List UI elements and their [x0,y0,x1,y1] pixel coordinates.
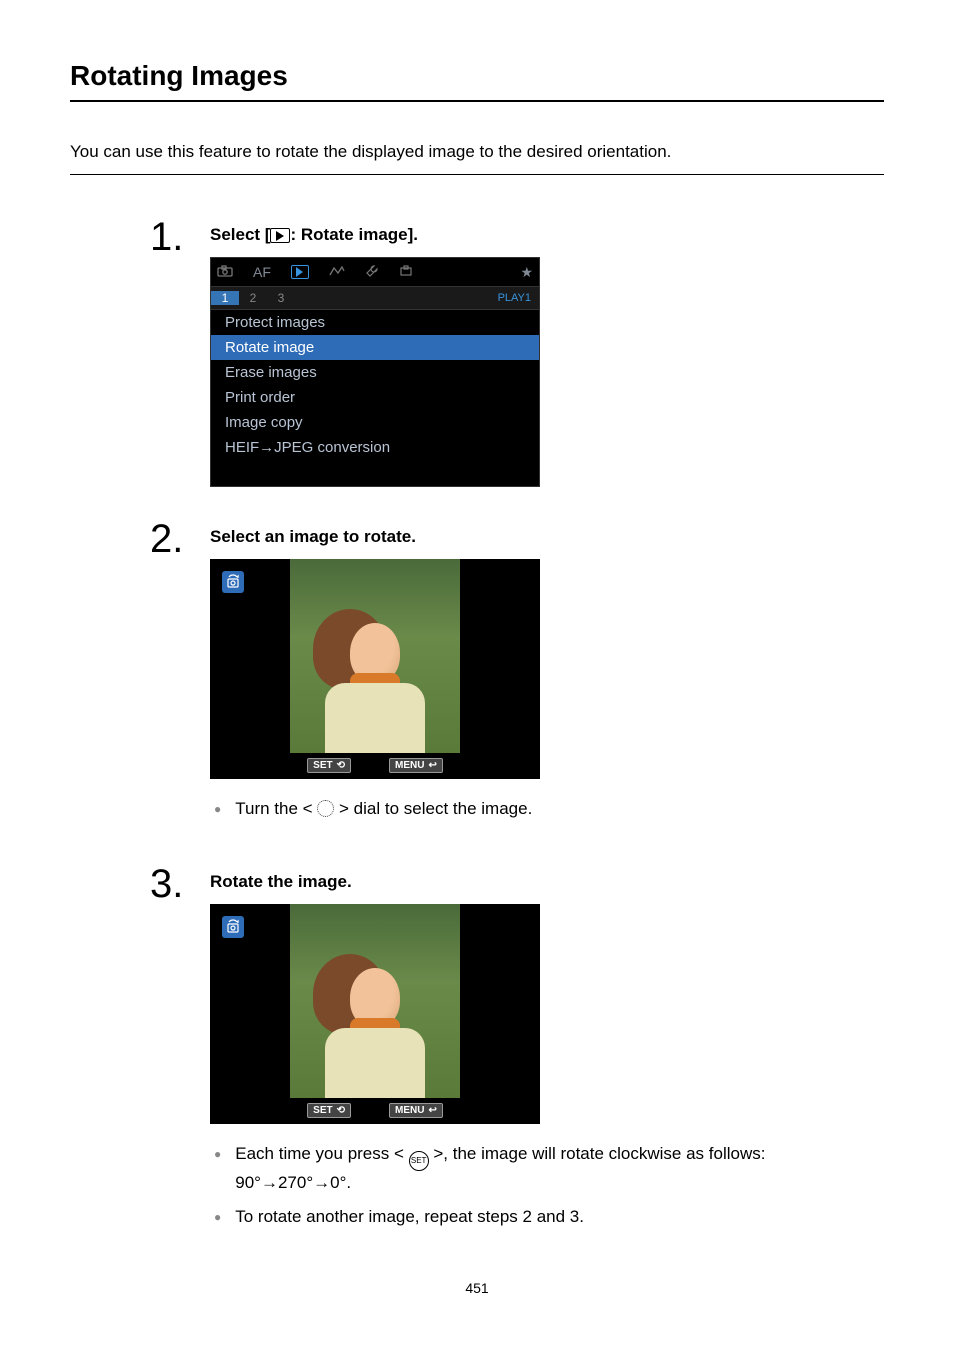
sample-photo [290,559,460,753]
menu-item-protect: Protect images [211,310,539,335]
set-button-tag: SET ⟲ [307,1103,351,1118]
menu-item-print-order: Print order [211,385,539,410]
rotate-badge-icon [222,916,244,938]
custom-tab-icon [399,264,413,281]
set-button-icon: SET [409,1151,429,1171]
set-label: SET [313,1105,332,1116]
step-2-bullet: Turn the < > dial to select the image. [214,797,884,822]
set-button-tag: SET ⟲ [307,758,351,773]
set-label: SET [313,760,332,771]
subtab-2: 2 [239,291,267,305]
menu-label: MENU [395,760,424,771]
page-title: Rotating Images [70,60,884,102]
step-3-title: Rotate the image. [210,872,884,892]
camera-image-screenshot: SET ⟲ MENU ↩ [210,559,540,779]
quick-control-dial-icon [317,800,334,817]
star-tab-icon: ★ [520,264,533,281]
step-number: 2 [150,519,210,559]
subtab-1: 1 [211,291,239,305]
subtab-category-label: PLAY1 [498,292,539,304]
step-3-bullet-1: Each time you press < SET >, the image w… [214,1142,884,1196]
rotate-mini-icon: ⟲ [337,760,345,771]
bullet-text-post: > dial to select the image. [334,799,532,818]
menu-item-erase: Erase images [211,360,539,385]
rotate-badge-icon [222,571,244,593]
bullet-text-pre: Each time you press < [235,1144,408,1163]
step-1-title-pre: Select [ [210,225,270,244]
menu-item-rotate: Rotate image [211,335,539,360]
af-tab-label: AF [253,264,271,280]
camera-tab-icon [217,264,233,280]
step-3-bullet-2: To rotate another image, repeat steps 2 … [214,1205,884,1230]
playback-icon [270,228,290,243]
subtab-3: 3 [267,291,295,305]
menu-top-tabs: AF ★ [211,258,539,286]
wrench-tab-icon [365,264,379,281]
image-bottom-bar: SET ⟲ MENU ↩ [210,758,540,773]
playback-tab-icon [291,265,309,279]
bullet-text: To rotate another image, repeat steps 2 … [235,1205,584,1230]
step-3: 3 Rotate the image. SET [150,872,884,1240]
step-number: 3 [150,864,210,904]
rotate-mini-icon: ⟲ [337,1105,345,1116]
network-tab-icon [329,264,345,280]
menu-label: MENU [395,1105,424,1116]
menu-button-tag: MENU ↩ [389,1103,443,1118]
page-number: 451 [70,1280,884,1296]
sample-photo [290,904,460,1098]
return-mini-icon: ↩ [428,1105,436,1116]
intro-text: You can use this feature to rotate the d… [70,142,884,175]
image-bottom-bar: SET ⟲ MENU ↩ [210,1103,540,1118]
step-2-title: Select an image to rotate. [210,527,884,547]
menu-sub-tabs: 1 2 3 PLAY1 [211,286,539,310]
step-1-title-post: : Rotate image]. [290,225,418,244]
menu-item-heif-jpeg: HEIF→JPEG conversion [211,435,539,460]
step-2: 2 Select an image to rotate. [150,527,884,832]
bullet-text-pre: Turn the < [235,799,317,818]
camera-image-screenshot: SET ⟲ MENU ↩ [210,904,540,1124]
menu-button-tag: MENU ↩ [389,758,443,773]
step-1: 1 Select [ : Rotate image]. AF [150,225,884,487]
camera-menu-screenshot: AF ★ 1 2 3 PLAY1 [210,257,540,487]
menu-item-image-copy: Image copy [211,410,539,435]
step-number: 1 [150,217,210,257]
return-mini-icon: ↩ [428,760,436,771]
step-1-title: Select [ : Rotate image]. [210,225,884,245]
